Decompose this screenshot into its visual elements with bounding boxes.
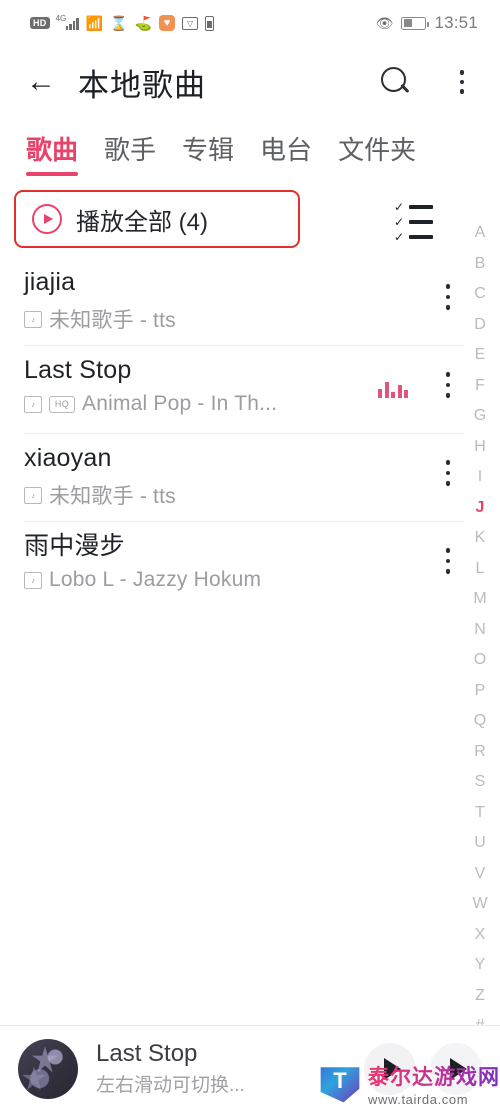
tab-albums[interactable]: 专辑 xyxy=(182,130,234,176)
alpha-index-letter-J[interactable]: J xyxy=(476,493,485,524)
song-more-icon[interactable] xyxy=(436,460,460,486)
alpha-index-letter-D[interactable]: D xyxy=(474,310,486,341)
wifi-icon: 📶 xyxy=(85,15,104,31)
play-all-label: 播放全部 (4) xyxy=(76,208,208,236)
mini-player-title: Last Stop xyxy=(96,1040,198,1067)
status-bar-left: HD 4G 📶 ⌛ ⛳ ♥ ▽ xyxy=(30,14,215,31)
tab-artists[interactable]: 歌手 xyxy=(104,130,156,176)
alpha-index-letter-M[interactable]: M xyxy=(473,584,486,615)
tab-bar: 歌曲 歌手 专辑 电台 文件夹 xyxy=(0,118,500,176)
person-walking-icon: ⛳ xyxy=(134,15,153,31)
alpha-index-letter-P[interactable]: P xyxy=(475,676,486,707)
alpha-index-letter-T[interactable]: T xyxy=(475,798,485,829)
alpha-index-letter-O[interactable]: O xyxy=(474,645,486,676)
song-artist: 未知歌手 - tts xyxy=(49,485,176,508)
alpha-index-letter-F[interactable]: F xyxy=(475,371,485,402)
song-more-icon[interactable] xyxy=(436,284,460,310)
alpha-index-letter-S[interactable]: S xyxy=(475,767,486,798)
play-circle-icon xyxy=(32,204,62,234)
file-icon: ♪ xyxy=(24,395,42,413)
hq-badge-icon: HQ xyxy=(49,395,75,413)
checklist-icon[interactable]: ✓ ✓ ✓ xyxy=(394,201,434,243)
table-row[interactable]: 雨中漫步 ♪ Lobo L - Jazzy Hokum xyxy=(24,522,464,610)
song-title: xiaoyan xyxy=(24,444,112,472)
hourglass-icon: ⌛ xyxy=(110,15,128,31)
alpha-index-letter-Q[interactable]: Q xyxy=(474,706,486,737)
clock-label: 13:51 xyxy=(434,13,478,32)
back-arrow-icon[interactable]: ← xyxy=(24,65,58,99)
song-title: jiajia xyxy=(24,268,76,296)
status-bar-right: 👁 13:51 xyxy=(376,13,478,33)
signal-icon: 4G xyxy=(55,14,79,30)
alpha-index-letter-X[interactable]: X xyxy=(475,920,486,951)
song-title: 雨中漫步 xyxy=(24,532,125,560)
alpha-index-letter-R[interactable]: R xyxy=(474,737,486,768)
play-all-row: 播放全部 (4) ✓ ✓ ✓ xyxy=(0,188,500,254)
play-all-button[interactable]: 播放全部 (4) xyxy=(14,190,300,248)
mini-player: Last Stop 左右滑动可切换... xyxy=(0,1025,500,1111)
alpha-index-letter-A[interactable]: A xyxy=(475,218,486,249)
song-subtitle: ♪ 未知歌手 - tts xyxy=(24,480,464,510)
alpha-index-letter-B[interactable]: B xyxy=(475,249,486,280)
phone-screen: HD 4G 📶 ⌛ ⛳ ♥ ▽ 👁 13:51 ← 本地歌曲 歌曲 歌手 专辑 … xyxy=(0,0,500,1111)
mini-player-meta[interactable]: Last Stop 左右滑动可切换... xyxy=(96,1040,358,1097)
now-playing-equalizer-icon xyxy=(378,380,408,398)
page-title: 本地歌曲 xyxy=(78,67,206,103)
song-artist: Animal Pop - In Th... xyxy=(82,392,278,415)
file-icon: ♪ xyxy=(24,571,42,589)
file-icon: ♪ xyxy=(24,486,42,504)
alpha-index-letter-H[interactable]: H xyxy=(474,432,486,463)
battery-icon xyxy=(401,16,430,30)
play-icon[interactable] xyxy=(364,1042,416,1095)
alpha-index-letter-G[interactable]: G xyxy=(474,401,486,432)
battery-small-icon xyxy=(205,15,215,31)
status-bar: HD 4G 📶 ⌛ ⛳ ♥ ▽ 👁 13:51 xyxy=(0,0,500,46)
hd-icon: HD xyxy=(30,17,50,29)
album-art[interactable] xyxy=(18,1038,78,1099)
alpha-index-letter-Y[interactable]: Y xyxy=(475,950,486,981)
alpha-index-letter-Z[interactable]: Z xyxy=(475,981,485,1012)
song-more-icon[interactable] xyxy=(436,548,460,574)
alpha-index-letter-U[interactable]: U xyxy=(474,828,486,859)
file-icon: ♪ xyxy=(24,310,42,328)
alphabet-index[interactable]: ABCDEFGHIJKLMNOPQRSTUVWXYZ# xyxy=(466,218,494,1042)
table-row[interactable]: jiajia ♪ 未知歌手 - tts xyxy=(24,258,464,346)
table-row[interactable]: xiaoyan ♪ 未知歌手 - tts xyxy=(24,434,464,522)
alpha-index-letter-C[interactable]: C xyxy=(474,279,486,310)
song-subtitle: ♪ 未知歌手 - tts xyxy=(24,304,464,334)
alpha-index-letter-K[interactable]: K xyxy=(475,523,486,554)
network-type-label: 4G xyxy=(55,14,67,23)
alpha-index-letter-I[interactable]: I xyxy=(478,462,482,493)
play-secondary-icon[interactable] xyxy=(430,1042,482,1095)
signal-bars xyxy=(65,18,79,30)
more-vertical-icon[interactable] xyxy=(448,70,476,94)
song-artist: Lobo L - Jazzy Hokum xyxy=(49,568,262,591)
alpha-index-letter-N[interactable]: N xyxy=(474,615,486,646)
alpha-index-letter-W[interactable]: W xyxy=(472,889,487,920)
tab-radio[interactable]: 电台 xyxy=(260,130,312,176)
song-subtitle: ♪ Lobo L - Jazzy Hokum xyxy=(24,568,464,592)
alpha-index-letter-L[interactable]: L xyxy=(476,554,485,585)
tab-songs[interactable]: 歌曲 xyxy=(26,130,79,176)
eye-icon: 👁 xyxy=(375,15,394,31)
inbox-icon: ▽ xyxy=(182,16,199,30)
song-more-icon[interactable] xyxy=(436,372,460,398)
song-artist: 未知歌手 - tts xyxy=(49,309,176,332)
orange-app-icon: ♥ xyxy=(159,15,176,31)
alpha-index-letter-V[interactable]: V xyxy=(475,859,486,890)
tab-folders[interactable]: 文件夹 xyxy=(338,130,416,176)
app-bar: ← 本地歌曲 xyxy=(0,46,500,118)
mini-player-hint: 左右滑动可切换... xyxy=(96,1075,245,1096)
song-list: jiajia ♪ 未知歌手 - tts Last Stop ♪ HQ Anima… xyxy=(0,258,500,610)
table-row[interactable]: Last Stop ♪ HQ Animal Pop - In Th... xyxy=(24,346,464,434)
alpha-index-letter-E[interactable]: E xyxy=(475,340,486,371)
search-icon[interactable] xyxy=(378,64,414,100)
